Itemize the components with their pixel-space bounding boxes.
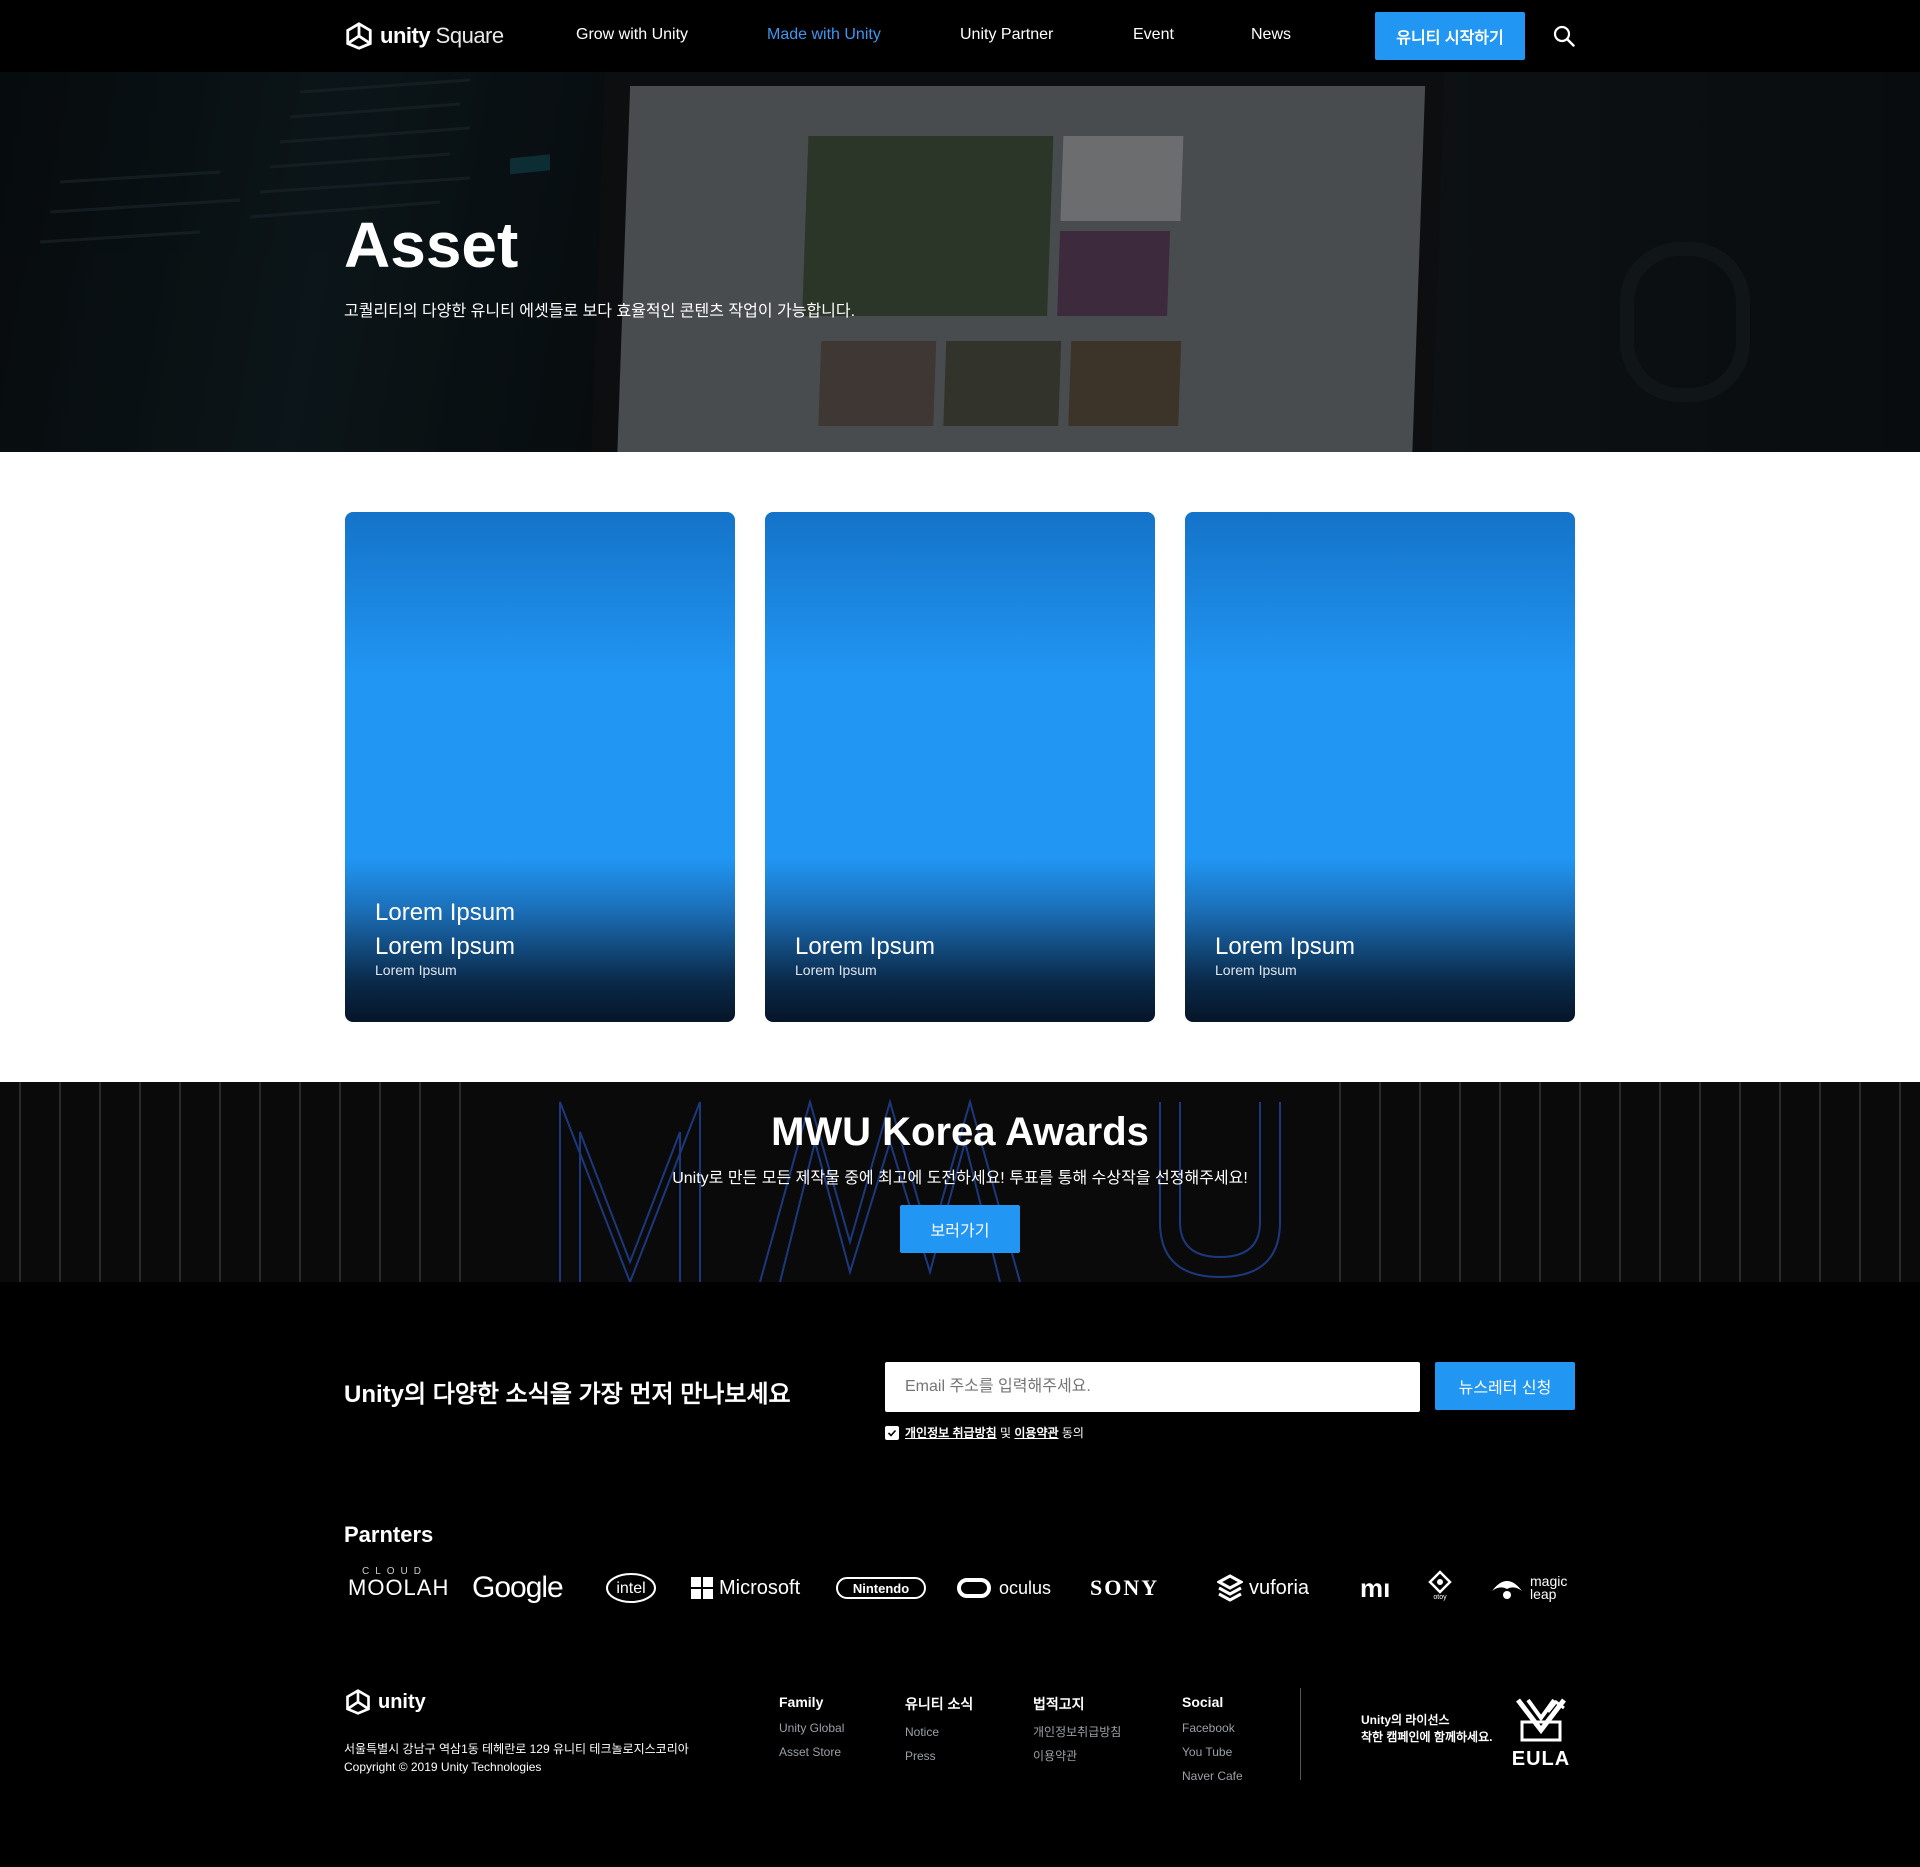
unity-logo-icon — [346, 22, 372, 50]
footer-copyright: Copyright © 2019 Unity Technologies — [344, 1760, 542, 1774]
agree-suffix: 동의 — [1058, 1426, 1084, 1440]
hero-overlay — [0, 72, 1920, 452]
card-title-line: Lorem Ipsum — [375, 899, 516, 926]
mwu-awards-banner: MWU Korea Awards Unity로 만든 모든 제작물 중에 최고에… — [0, 1082, 1920, 1282]
partner-logo-cloud-moolah: CLOUD MOOLAH — [348, 1566, 450, 1600]
partner-logo-sony: SONY — [1090, 1575, 1160, 1600]
asset-cards-section: Lorem Ipsum Lorem Ipsum Lorem Ipsum Lore… — [0, 452, 1920, 1082]
nav-news[interactable]: News — [1251, 26, 1291, 44]
card-title-line: Lorem Ipsum — [375, 933, 516, 960]
card-title-line: Lorem Ipsum — [1215, 933, 1356, 960]
awards-view-button[interactable]: 보러가기 — [900, 1205, 1020, 1253]
svg-text:Nintendo: Nintendo — [853, 1581, 909, 1596]
logo-text: unity Square — [380, 23, 504, 48]
footer-link-privacy[interactable]: 개인정보취급방침 — [1033, 1724, 1121, 1748]
partner-logo-google: Google — [472, 1571, 564, 1604]
asset-card[interactable]: Lorem Ipsum Lorem Ipsum — [765, 512, 1155, 1022]
privacy-policy-link[interactable]: 개인정보 취급방침 — [905, 1426, 997, 1440]
footer-link-naver-cafe[interactable]: Naver Cafe — [1182, 1768, 1243, 1792]
license-line: Unity의 라이선스 — [1361, 1713, 1450, 1727]
footer-column-head: 법적고지 — [1033, 1696, 1085, 1712]
nav-grow-with-unity[interactable]: Grow with Unity — [576, 26, 688, 44]
agree-and: 및 — [996, 1426, 1015, 1440]
eula-badge-icon — [1516, 1698, 1566, 1742]
search-icon[interactable] — [1553, 25, 1575, 47]
start-unity-button[interactable]: 유니티 시작하기 — [1375, 12, 1525, 60]
footer-address: 서울특별시 강남구 역삼1동 테헤란로 129 유니티 테크놀로지스코리아 — [344, 1742, 689, 1756]
terms-link[interactable]: 이용약관 — [1014, 1426, 1058, 1440]
partner-logo-nintendo: Nintendo — [836, 1570, 926, 1606]
license-line: 착한 캠페인에 함께하세요. — [1361, 1730, 1493, 1744]
awards-subtitle: Unity로 만든 모든 제작물 중에 최고에 도전하세요! 투표를 통해 수상… — [672, 1170, 1248, 1187]
footer-link-terms[interactable]: 이용약관 — [1033, 1748, 1121, 1772]
footer-column-head: Social — [1182, 1694, 1224, 1710]
awards-title: MWU Korea Awards — [771, 1110, 1149, 1154]
nav-made-with-unity[interactable]: Made with Unity — [767, 26, 881, 44]
check-icon — [887, 1429, 897, 1437]
partner-logo-microsoft: Microsoft — [691, 1570, 800, 1606]
footer-divider — [1300, 1688, 1301, 1780]
partner-logo-mi: mı — [1360, 1572, 1391, 1603]
partner-logo-intel: intel — [605, 1570, 657, 1606]
footer-link-asset-store[interactable]: Asset Store — [779, 1744, 844, 1768]
asset-card[interactable]: Lorem Ipsum Lorem Ipsum — [1185, 512, 1575, 1022]
unity-logo-icon — [346, 1689, 370, 1715]
footer-column-head: 유니티 소식 — [905, 1696, 974, 1712]
newsletter-subscribe-button[interactable]: 뉴스레터 신청 — [1435, 1362, 1575, 1410]
hero-subtitle: 고퀄리티의 다양한 유니티 에셋들로 보다 효율적인 콘텐츠 작업이 가능합니다… — [344, 303, 856, 320]
footer-link-press[interactable]: Press — [905, 1748, 973, 1772]
newsletter-agreement: 개인정보 취급방침 및 이용약관 동의 — [885, 1424, 1084, 1441]
footer-column-legal: 법적고지 개인정보취급방침 이용약관 — [1033, 1694, 1121, 1772]
newsletter-title: Unity의 다양한 소식을 가장 먼저 만나보세요 — [344, 1381, 791, 1408]
card-title-line: Lorem Ipsum — [795, 933, 936, 960]
eula-text: EULA — [1511, 1748, 1571, 1770]
footer-column-family: Family Unity Global Asset Store — [779, 1694, 844, 1768]
footer-unity-logo[interactable]: unity — [344, 1688, 426, 1716]
footer-link-unity-global[interactable]: Unity Global — [779, 1720, 844, 1744]
nav-event[interactable]: Event — [1133, 26, 1174, 44]
nav-unity-partner[interactable]: Unity Partner — [960, 26, 1053, 44]
partner-logo-otoy: otoy — [1428, 1570, 1452, 1606]
asset-card[interactable]: Lorem Ipsum Lorem Ipsum Lorem Ipsum — [345, 512, 735, 1022]
unity-square-logo[interactable]: unity Square — [344, 20, 504, 52]
eula-logo[interactable]: EULA — [1508, 1694, 1574, 1770]
footer-link-youtube[interactable]: You Tube — [1182, 1744, 1243, 1768]
card-subtitle: Lorem Ipsum — [1215, 962, 1297, 978]
site-header: unity Square Grow with Unity Made with U… — [0, 0, 1920, 72]
footer-column-unity-news: 유니티 소식 Notice Press — [905, 1694, 973, 1772]
card-subtitle: Lorem Ipsum — [795, 962, 877, 978]
footer-link-notice[interactable]: Notice — [905, 1724, 973, 1748]
partner-logo-magic-leap: magic leap — [1490, 1570, 1567, 1606]
footer-column-head: Family — [779, 1694, 824, 1710]
footer-logo-text: unity — [378, 1690, 426, 1713]
partner-logo-oculus: oculus — [957, 1570, 1051, 1606]
footer-license-text: Unity의 라이선스 착한 캠페인에 함께하세요. — [1361, 1712, 1492, 1746]
email-input[interactable] — [885, 1362, 1420, 1412]
agree-checkbox[interactable] — [885, 1425, 899, 1440]
footer-link-facebook[interactable]: Facebook — [1182, 1720, 1243, 1744]
hero-banner: Asset 고퀄리티의 다양한 유니티 에셋들로 보다 효율적인 콘텐츠 작업이… — [0, 72, 1920, 452]
svg-text:intel: intel — [616, 1580, 645, 1597]
footer-column-social: Social Facebook You Tube Naver Cafe — [1182, 1694, 1243, 1792]
partner-logo-vuforia: vuforia — [1217, 1570, 1309, 1606]
hero-title: Asset — [344, 209, 519, 281]
partners-title: Parnters — [344, 1522, 434, 1547]
card-subtitle: Lorem Ipsum — [375, 962, 457, 978]
